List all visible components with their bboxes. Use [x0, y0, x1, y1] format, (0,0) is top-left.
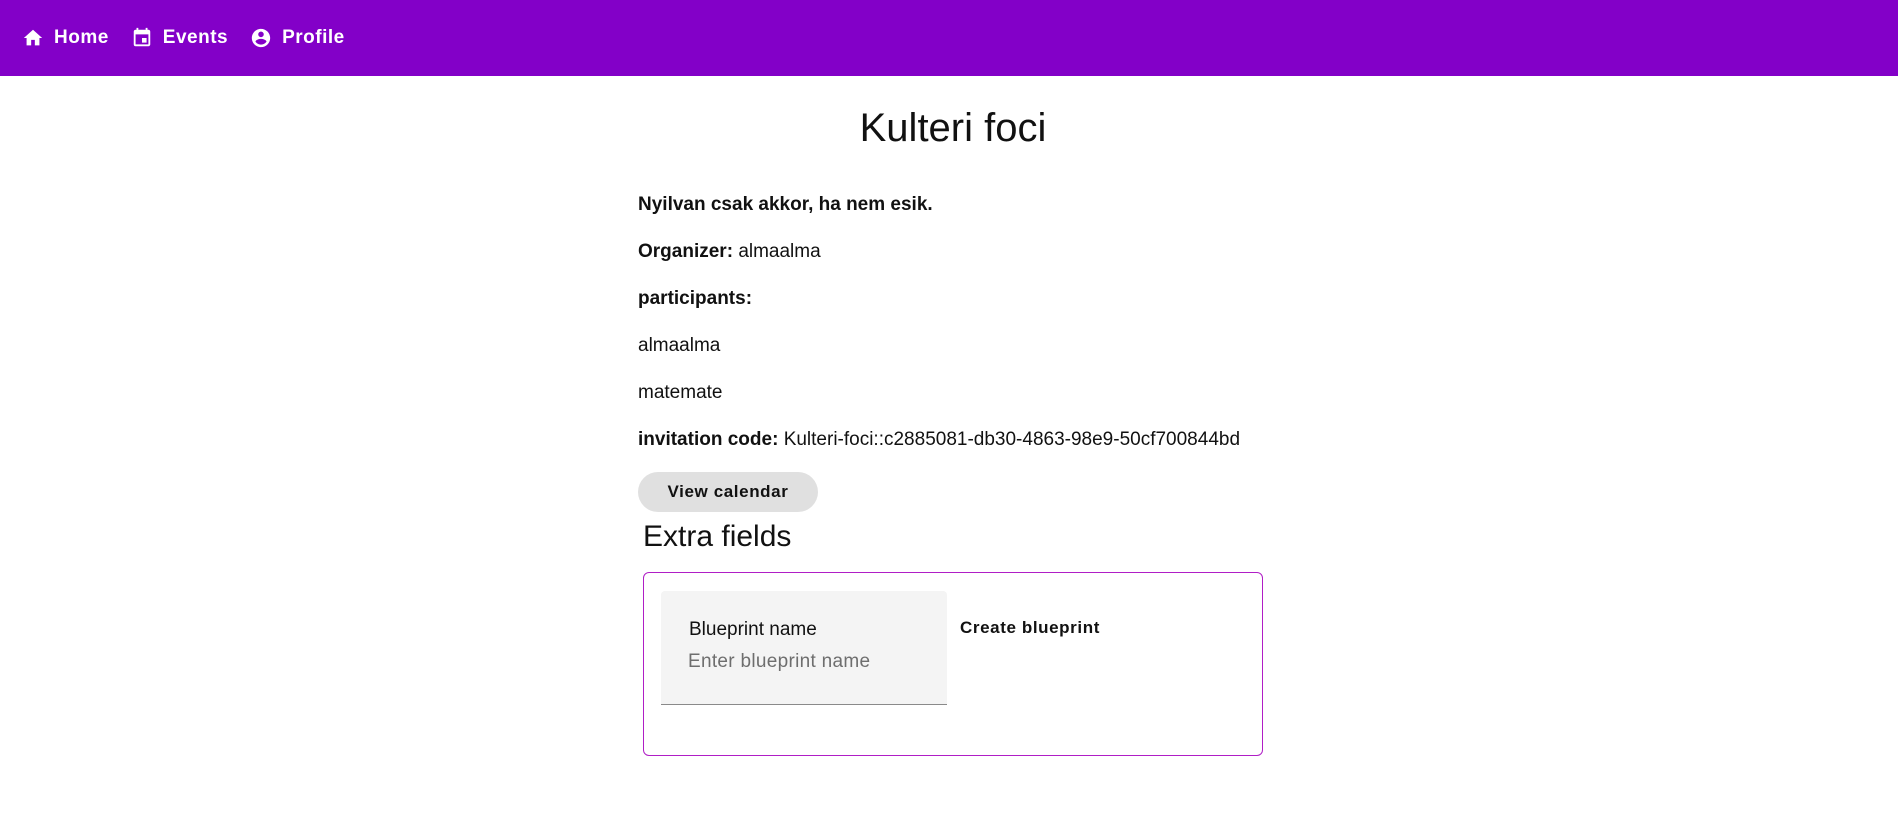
- participants-heading: participants:: [638, 288, 752, 310]
- participant-item: almaalma: [638, 335, 721, 356]
- nav-home[interactable]: Home: [22, 18, 109, 58]
- invitation-code-row: invitation code: Kulteri-foci::c2885081-…: [638, 429, 1240, 451]
- nav-profile-label: Profile: [282, 27, 345, 48]
- view-calendar-button[interactable]: View calendar: [638, 472, 818, 512]
- page-title: Kulteri foci: [859, 106, 1047, 150]
- calendar-icon: [133, 27, 151, 47]
- extra-fields-title: Extra fields: [643, 520, 792, 553]
- home-icon: [23, 29, 43, 46]
- organizer-value: almaalma: [738, 241, 821, 262]
- nav-profile[interactable]: Profile: [250, 18, 345, 58]
- organizer-label: Organizer:: [638, 241, 734, 262]
- participant-item: matemate: [638, 382, 723, 403]
- nav-home-label: Home: [54, 27, 109, 48]
- extra-fields-panel: Blueprint name Create blueprint: [643, 572, 1263, 756]
- event-description: Nyilvan csak akkor, ha nem esik.: [638, 194, 933, 216]
- participants-label: participants:: [638, 288, 753, 309]
- blueprint-name-input[interactable]: [688, 647, 928, 677]
- create-blueprint-button[interactable]: Create blueprint: [954, 613, 1106, 643]
- blueprint-name-label: Blueprint name: [689, 619, 817, 640]
- event-description-text: Nyilvan csak akkor, ha nem esik.: [638, 194, 933, 215]
- account-circle-icon: [251, 28, 271, 48]
- invitation-code-label: invitation code:: [638, 429, 779, 450]
- blueprint-name-field[interactable]: Blueprint name: [661, 591, 947, 705]
- invitation-code-value: Kulteri-foci::c2885081-db30-4863-98e9-50…: [783, 429, 1241, 450]
- top-nav-bar: Home Events Profile: [0, 0, 1898, 76]
- organizer-row: Organizer: almaalma: [638, 241, 821, 263]
- nav-events-label: Events: [162, 27, 229, 48]
- nav-events[interactable]: Events: [131, 18, 228, 58]
